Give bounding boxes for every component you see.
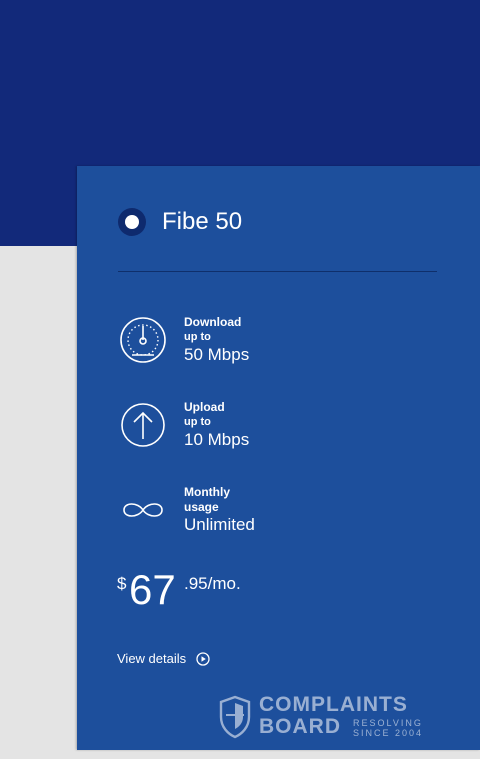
upload-arrow-icon — [121, 403, 165, 447]
play-circle-icon — [196, 651, 210, 666]
infinity-icon — [123, 503, 163, 517]
upload-label-line1: Upload — [184, 400, 225, 414]
upload-label-line2: up to — [184, 416, 211, 428]
complaints-board-watermark: COMPLAINTS BOARD RESOLVING SINCE 2004 — [218, 694, 433, 744]
price-cents-period: .95/mo. — [184, 574, 241, 593]
plan-radio-button[interactable] — [118, 208, 146, 236]
plan-card: Fibe 50 Download up to 50 Mbps Upload up… — [77, 166, 480, 750]
usage-label-line2: usage — [184, 500, 219, 514]
watermark-line2: BOARD — [259, 715, 341, 738]
watermark-tag1: RESOLVING — [353, 718, 423, 728]
divider — [118, 271, 437, 272]
download-value: 50 Mbps — [184, 345, 250, 364]
watermark-line1: COMPLAINTS — [259, 693, 408, 716]
upload-value: 10 Mbps — [184, 430, 250, 449]
view-details-link[interactable]: View details — [117, 651, 210, 666]
usage-label-line1: Monthly — [184, 485, 230, 499]
price-dollars: 67 — [129, 566, 176, 613]
download-label-line2: up to — [184, 331, 211, 343]
watermark-tag2: SINCE 2004 — [353, 728, 424, 738]
plan-name: Fibe 50 — [162, 208, 243, 235]
download-label-line1: Download — [184, 315, 242, 329]
view-details-label: View details — [117, 651, 187, 666]
feature-monthly-usage: Monthly usage Unlimited — [118, 485, 448, 545]
feature-upload: Upload up to 10 Mbps — [118, 400, 448, 460]
speedometer-icon — [120, 317, 166, 363]
shield-logo-icon — [219, 695, 251, 739]
usage-value: Unlimited — [184, 515, 255, 534]
price-currency: $ — [117, 574, 127, 593]
feature-download: Download up to 50 Mbps — [118, 315, 448, 375]
